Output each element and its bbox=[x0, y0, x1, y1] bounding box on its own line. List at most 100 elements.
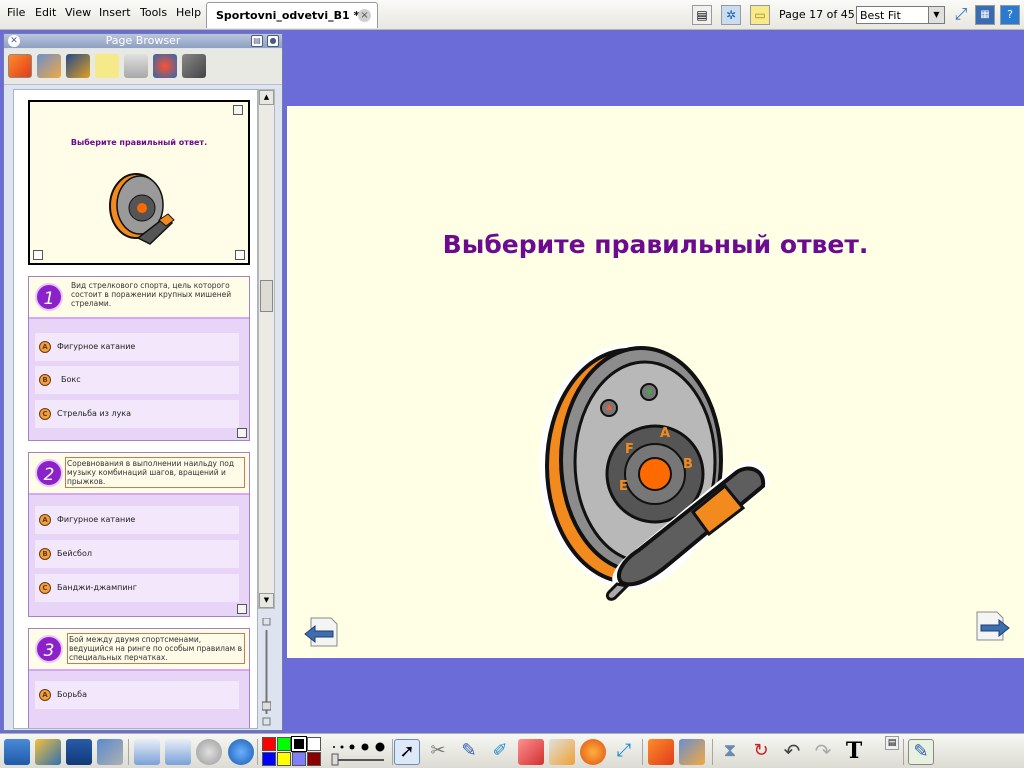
panel-title-bar: ✕ Page Browser ▤ ● bbox=[4, 34, 282, 48]
object-browser-icon[interactable] bbox=[66, 54, 90, 78]
menu-view[interactable]: View bbox=[65, 6, 91, 19]
scroll-thumb[interactable] bbox=[260, 280, 273, 312]
question-header: 2 Соревнования в выполнении наильду под … bbox=[29, 453, 249, 495]
undo-icon[interactable]: ↶ bbox=[779, 739, 805, 765]
redo-icon[interactable]: ↷ bbox=[810, 739, 836, 765]
customize-toolbar-icon[interactable]: ✎ bbox=[908, 739, 934, 765]
bottom-toolbar: ➚ ✂ ✎ ✐ ⤢ ⧗ ↻ ↶ ↷ T ▤ ✎ bbox=[0, 733, 1024, 768]
page-browser-icon[interactable] bbox=[648, 739, 674, 765]
menu-file[interactable]: File bbox=[7, 6, 25, 19]
answer-text: Бокс bbox=[61, 375, 81, 384]
question-number: 1 bbox=[35, 283, 63, 311]
page-thumbnail-question-3[interactable]: 3 Бой между двумя спортсменами, ведущийс… bbox=[28, 628, 250, 728]
thumb-corner-icon bbox=[237, 428, 247, 438]
browser-icon[interactable] bbox=[228, 739, 254, 765]
color-swatch-maroon[interactable] bbox=[307, 752, 321, 766]
notes-browser-icon[interactable] bbox=[95, 54, 119, 78]
question-text: Бой между двумя спортсменами, ведущийся … bbox=[67, 633, 245, 664]
main-menu-icon[interactable] bbox=[4, 739, 30, 765]
answer-text: Фигурное катание bbox=[57, 342, 136, 351]
color-swatch-green[interactable] bbox=[277, 737, 291, 751]
desktop-annotate-icon[interactable] bbox=[66, 739, 92, 765]
panel-pin-icon[interactable]: ● bbox=[267, 35, 279, 47]
separator bbox=[712, 739, 713, 765]
color-swatch-yellow[interactable] bbox=[277, 752, 291, 766]
answer-text: Фигурное катание bbox=[57, 515, 136, 524]
scroll-up-icon[interactable]: ▲ bbox=[259, 90, 274, 105]
zoom-select[interactable]: Best Fit ▼ bbox=[856, 6, 945, 24]
document-tab[interactable]: Sportovni_odvetvi_B1 * × bbox=[206, 2, 378, 28]
clear-icon[interactable]: ↻ bbox=[748, 739, 774, 765]
menu-tools[interactable]: Tools bbox=[140, 6, 167, 19]
panel-menu-icon[interactable]: ▤ bbox=[251, 35, 263, 47]
help-icon[interactable]: ? bbox=[1000, 5, 1020, 25]
page-sorter-icon[interactable]: ▤ bbox=[692, 5, 712, 25]
panel-tools bbox=[4, 49, 282, 85]
shape-icon[interactable] bbox=[580, 739, 606, 765]
page-browser-icon[interactable] bbox=[8, 54, 32, 78]
color-swatch-white[interactable] bbox=[307, 737, 321, 751]
thumb-menu-icon[interactable] bbox=[233, 105, 243, 115]
answer-option: B Бокс bbox=[35, 366, 239, 394]
color-swatch-black[interactable] bbox=[291, 736, 307, 752]
answer-letter: A bbox=[39, 514, 51, 526]
answer-option: C Банджи-джампинг bbox=[35, 574, 239, 602]
select-arrow-icon[interactable]: ➚ bbox=[394, 739, 420, 765]
page-indicator: Page 17 of 45 bbox=[779, 8, 855, 21]
menu-help[interactable]: Help bbox=[176, 6, 201, 19]
tools-icon[interactable]: ✂ bbox=[425, 739, 451, 765]
desktop-tools-icon[interactable] bbox=[97, 739, 123, 765]
toolbox-menu-icon[interactable]: ▤ bbox=[885, 736, 899, 750]
remote-control-clipart: A B F E bbox=[539, 344, 770, 601]
notes-icon[interactable]: ▭ bbox=[750, 5, 770, 25]
color-swatch-blue[interactable] bbox=[262, 752, 276, 766]
answer-option: A Борьба bbox=[35, 681, 239, 709]
eraser-icon[interactable] bbox=[518, 739, 544, 765]
page-thumbnail-question-2[interactable]: 2 Соревнования в выполнении наильду под … bbox=[28, 452, 250, 617]
resource-browser-icon[interactable] bbox=[37, 54, 61, 78]
pen-width-slider[interactable] bbox=[330, 738, 388, 766]
menu-bar: File Edit View Insert Tools Help Sportov… bbox=[0, 0, 1024, 30]
fullscreen-icon[interactable]: ⤢ bbox=[951, 5, 971, 25]
thumbnail-size-slider[interactable] bbox=[262, 618, 271, 728]
highlighter-icon[interactable]: ✐ bbox=[487, 739, 513, 765]
voting-browser-icon[interactable] bbox=[182, 54, 206, 78]
page-browser-panel: ✕ Page Browser ▤ ● Выберите правильный о… bbox=[3, 33, 283, 731]
property-browser-icon[interactable] bbox=[124, 54, 148, 78]
previous-page-arrow-icon[interactable] bbox=[303, 616, 339, 648]
present-icon[interactable]: ▦ bbox=[975, 5, 995, 25]
pen-icon[interactable]: ✎ bbox=[456, 739, 482, 765]
page-list-scrollbar[interactable]: ▲ ▼ bbox=[258, 89, 275, 609]
fill-icon[interactable] bbox=[549, 739, 575, 765]
tab-close-icon[interactable]: × bbox=[358, 9, 371, 22]
slide-title: Выберите правильный ответ. bbox=[442, 230, 869, 259]
panel-close-icon[interactable]: ✕ bbox=[8, 35, 20, 47]
previous-page-icon[interactable] bbox=[134, 739, 160, 765]
reset-icon[interactable]: ⧗ bbox=[717, 739, 743, 765]
thumb-corner-icon bbox=[235, 250, 245, 260]
play-icon[interactable] bbox=[196, 739, 222, 765]
answer-letter: B bbox=[39, 548, 51, 560]
page-thumbnail-question-1[interactable]: 1 Вид стрелкового спорта, цель которого … bbox=[28, 276, 250, 441]
color-swatch-red[interactable] bbox=[262, 737, 276, 751]
gallery-icon[interactable]: ✲ bbox=[721, 5, 741, 25]
resource-browser-icon[interactable] bbox=[679, 739, 705, 765]
slide-canvas[interactable]: Выберите правильный ответ. A B F E bbox=[287, 106, 1024, 658]
answer-option: A Фигурное катание bbox=[35, 333, 239, 361]
page-thumbnail-list[interactable]: Выберите правильный ответ. 1 Вид стрелко… bbox=[13, 89, 258, 729]
next-page-arrow-icon[interactable] bbox=[975, 610, 1011, 642]
flipchart-icon[interactable] bbox=[35, 739, 61, 765]
text-tool-icon[interactable]: T bbox=[841, 739, 867, 765]
scroll-down-icon[interactable]: ▼ bbox=[259, 593, 274, 608]
menu-edit[interactable]: Edit bbox=[35, 6, 56, 19]
color-swatch-lavender[interactable] bbox=[292, 752, 306, 766]
menu-insert[interactable]: Insert bbox=[99, 6, 131, 19]
next-page-icon[interactable] bbox=[165, 739, 191, 765]
connector-icon[interactable]: ⤢ bbox=[611, 739, 637, 765]
question-text: Соревнования в выполнении наильду под му… bbox=[65, 457, 245, 488]
action-browser-icon[interactable] bbox=[153, 54, 177, 78]
zoom-value: Best Fit bbox=[860, 9, 901, 22]
document-tab-label: Sportovni_odvetvi_B1 * bbox=[216, 9, 360, 22]
page-thumbnail-current[interactable]: Выберите правильный ответ. bbox=[28, 100, 250, 265]
answer-letter: B bbox=[39, 374, 51, 386]
